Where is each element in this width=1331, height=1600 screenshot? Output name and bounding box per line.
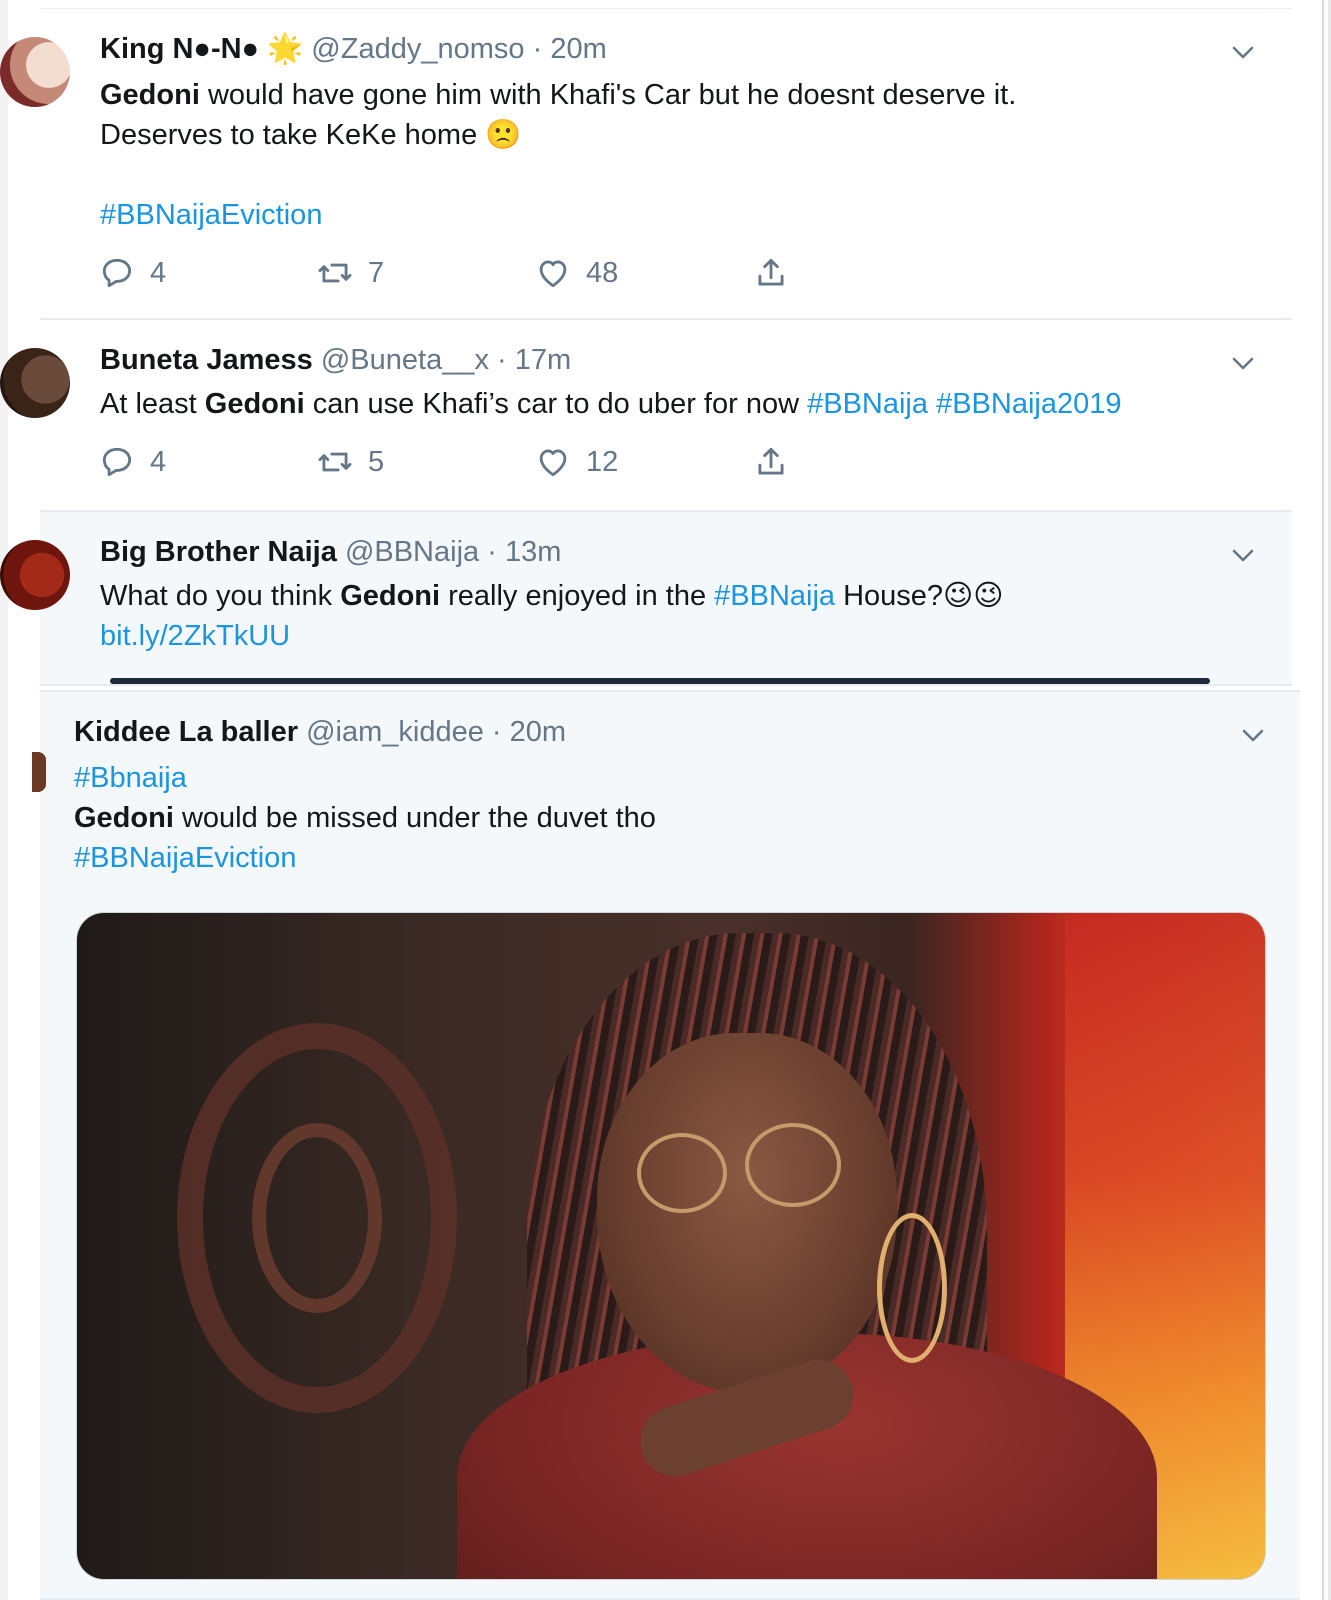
tweet-text-line: What do you think Gedoni really enjoyed … [100, 576, 1004, 616]
tweet-text: would have gone him with Khafi's Car but… [199, 79, 1017, 111]
reply-count: 4 [150, 256, 167, 289]
timestamp[interactable]: 20m [550, 33, 606, 65]
display-name[interactable]: Kiddee La baller [74, 716, 298, 748]
like-count: 12 [586, 445, 619, 478]
glasses-left-shape [637, 1133, 727, 1213]
timestamp[interactable]: 13m [505, 536, 561, 568]
retweet-count: 7 [368, 256, 385, 289]
left-edge [0, 0, 8, 1600]
bold-name: Gedoni [100, 79, 200, 111]
hoop-earring-shape [877, 1213, 947, 1363]
user-handle[interactable]: @Zaddy_nomso [311, 33, 524, 65]
right-edge [1322, 0, 1324, 1600]
film-reel-inner-shape [252, 1123, 382, 1313]
tweet-actions: 4 5 12 [98, 442, 838, 482]
tweet-kiddee-la-baller[interactable]: Kiddee La baller @iam_kiddee · 20m #Bbna… [32, 690, 1300, 1600]
tweet-text: really enjoyed in the [440, 580, 715, 612]
share-icon [758, 447, 784, 475]
glasses-right-shape [745, 1123, 841, 1207]
display-name[interactable]: King N●-N● [100, 33, 259, 65]
user-handle[interactable]: @BBNaija [345, 536, 479, 568]
hashtag-link[interactable]: #BBNaija [714, 580, 835, 612]
tweet-actions: 4 7 48 [98, 253, 838, 293]
heart-icon [539, 449, 567, 477]
timestamp[interactable]: 20m [510, 716, 566, 748]
hashtag-link[interactable]: #BBNaijaEviction [100, 199, 322, 231]
tweet-header: Kiddee La baller @iam_kiddee · 20m [74, 714, 566, 750]
timeline: King N●-N● 🌟 @Zaddy_nomso · 20m Gedoni w… [0, 0, 1328, 1600]
avatar[interactable] [0, 348, 70, 418]
tweet-text: What do you think [100, 580, 341, 612]
star-badge-icon: 🌟 [267, 33, 304, 65]
tweet-king-nono[interactable]: King N●-N● 🌟 @Zaddy_nomso · 20m Gedoni w… [0, 8, 1292, 320]
chevron-down-icon[interactable] [1228, 540, 1258, 570]
tweet-text: can use Khafi’s car to do uber for now [304, 388, 808, 420]
reply-button[interactable]: 4 [98, 442, 166, 482]
timestamp[interactable]: 17m [515, 344, 571, 376]
heart-icon [539, 260, 567, 288]
url-link[interactable]: bit.ly/2ZkTkUU [100, 620, 290, 652]
display-name[interactable]: Big Brother Naija [100, 536, 337, 568]
user-handle[interactable]: @Buneta__x [321, 344, 489, 376]
bold-name: Gedoni [340, 580, 441, 612]
retweet-button[interactable]: 7 [316, 253, 384, 293]
chevron-down-icon[interactable] [1228, 348, 1258, 378]
display-name[interactable]: Buneta Jamess [100, 344, 313, 376]
tweet-text-line: Gedoni would be missed under the duvet t… [74, 798, 656, 838]
tweet-text-line: Gedoni would have gone him with Khafi's … [100, 75, 1016, 115]
hashtag-link[interactable]: #BBNaija2019 [936, 388, 1121, 420]
retweet-icon [318, 452, 352, 472]
chevron-down-icon[interactable] [1228, 37, 1258, 67]
tweet-header: Buneta Jamess @Buneta__x · 17m [100, 342, 571, 378]
separator: · [487, 536, 497, 568]
avatar[interactable] [32, 752, 46, 792]
tweet-photo[interactable] [76, 912, 1266, 1580]
retweet-button[interactable]: 5 [316, 442, 384, 482]
bold-name: Gedoni [204, 388, 305, 420]
share-button[interactable] [752, 253, 790, 293]
chevron-down-icon[interactable] [1238, 720, 1268, 750]
tweet-text: At least [100, 388, 205, 420]
tweet-text: House?😉😉 [835, 580, 1004, 612]
avatar[interactable] [0, 37, 70, 107]
tweet-text: would be missed under the duvet tho [173, 802, 656, 834]
user-handle[interactable]: @iam_kiddee [306, 716, 484, 748]
tweet-header: Big Brother Naija @BBNaija · 13m [100, 534, 561, 570]
bold-name: Gedoni [74, 802, 174, 834]
hashtag-link[interactable]: #BBNaija [807, 388, 928, 420]
avatar[interactable] [0, 540, 70, 610]
reply-button[interactable]: 4 [98, 253, 166, 293]
like-button[interactable]: 48 [534, 253, 618, 293]
tweet-buneta-jamess[interactable]: Buneta Jamess @Buneta__x · 17m At least … [0, 320, 1292, 512]
reply-icon [102, 258, 132, 288]
face-shape [597, 1033, 897, 1393]
share-button[interactable] [752, 442, 790, 482]
separator: · [491, 716, 502, 748]
hashtag-link[interactable]: #Bbnaija [74, 762, 187, 794]
like-button[interactable]: 12 [534, 442, 618, 482]
reply-icon [102, 447, 132, 477]
tweet-header: King N●-N● 🌟 @Zaddy_nomso · 20m [100, 31, 607, 67]
card-preview-edge[interactable] [110, 678, 1210, 684]
separator: · [497, 344, 507, 376]
retweet-count: 5 [368, 445, 385, 478]
tweet-big-brother-naija[interactable]: Big Brother Naija @BBNaija · 13m What do… [0, 512, 1292, 686]
separator: · [532, 33, 543, 65]
tweet-text-line: At least Gedoni can use Khafi’s car to d… [100, 384, 1121, 424]
like-count: 48 [586, 256, 619, 289]
reply-count: 4 [150, 445, 167, 478]
retweet-icon [318, 263, 352, 283]
hashtag-link[interactable]: #BBNaijaEviction [74, 842, 296, 874]
share-icon [758, 258, 784, 286]
tweet-text-line: Deserves to take KeKe home 🙁 [100, 119, 522, 151]
